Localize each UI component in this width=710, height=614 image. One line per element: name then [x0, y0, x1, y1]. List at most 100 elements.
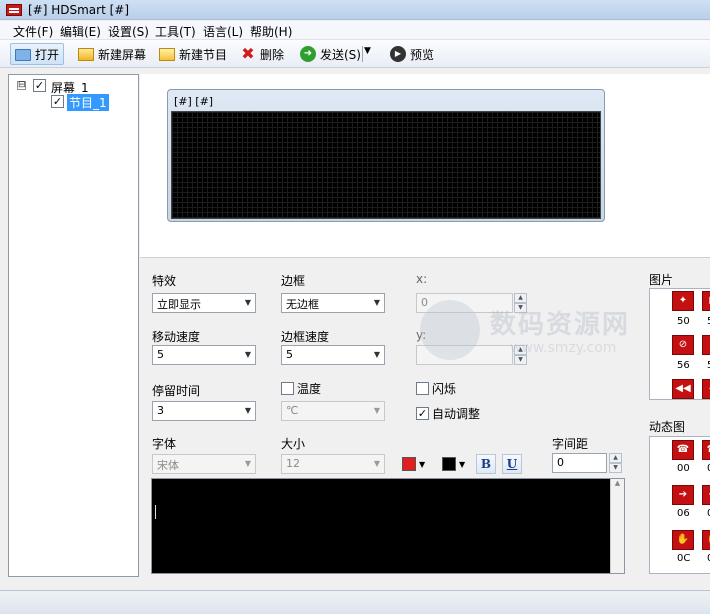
images-group-title: 图片	[649, 273, 674, 287]
background-color-swatch	[442, 457, 456, 471]
animation-tile-06[interactable]: ➔	[672, 485, 694, 505]
screen-checkbox[interactable]: ✓	[33, 79, 46, 92]
move-speed-select[interactable]: 5	[152, 345, 256, 365]
temperature-toggle[interactable]: 温度	[281, 380, 321, 397]
flash-toggle[interactable]: 闪烁	[416, 380, 456, 397]
stay-time-select[interactable]: 3	[152, 401, 256, 421]
effect-select[interactable]: 立即显示	[152, 293, 256, 313]
open-button[interactable]: 打开	[10, 43, 65, 65]
image-label-56: 56	[677, 360, 690, 371]
image-tile-rewind[interactable]: ◀◀	[672, 379, 694, 399]
spacing-spinner[interactable]: ▲ ▼	[609, 453, 622, 473]
size-select[interactable]: 12	[281, 454, 385, 474]
send-label: 发送(S)	[320, 47, 361, 62]
delete-x-icon: ✖	[241, 44, 255, 63]
text-color-dropdown-icon[interactable]: ▼	[419, 460, 425, 469]
editor-scrollbar[interactable]: ▲	[610, 479, 624, 573]
screen-preview-window: [#] [#]	[167, 89, 605, 222]
image-tile-51[interactable]: ▢	[702, 291, 710, 311]
image-label-50: 50	[677, 316, 690, 327]
background-color-dropdown-icon[interactable]: ▼	[459, 460, 465, 469]
app-logo-icon	[6, 4, 22, 16]
new-screen-label: 新建屏幕	[98, 47, 147, 62]
text-color-swatch	[402, 457, 416, 471]
image-tile-56[interactable]: ⊘	[672, 335, 694, 355]
bold-button[interactable]: B	[476, 454, 496, 474]
delete-label: 删除	[260, 47, 285, 62]
tree-item-program[interactable]: 节目_1	[67, 94, 109, 111]
play-icon: ▶	[390, 46, 406, 62]
border-speed-select[interactable]: 5	[281, 345, 385, 365]
animation-tile-01[interactable]: ☎	[702, 440, 710, 460]
menu-bar: 文件(F) 编辑(E) 设置(S) 工具(T) 语言(L) 帮助(H)	[0, 21, 710, 40]
border-select[interactable]: 无边框	[281, 293, 385, 313]
menu-help[interactable]: 帮助(H)	[250, 23, 292, 40]
border-label: 边框	[281, 274, 306, 288]
y-label: y:	[416, 328, 427, 342]
menu-file[interactable]: 文件(F)	[13, 23, 53, 40]
toolbar-separator	[362, 46, 363, 62]
status-bar	[0, 590, 710, 614]
x-input[interactable]: 0	[416, 293, 513, 313]
image-tile-arrow[interactable]: ◆	[702, 379, 710, 399]
send-dropdown-icon[interactable]: ▼	[364, 46, 371, 56]
animation-label-00: 00	[677, 463, 690, 474]
flash-checkbox[interactable]	[416, 382, 429, 395]
temperature-checkbox[interactable]	[281, 382, 294, 395]
animation-label-06: 06	[677, 508, 690, 519]
font-select[interactable]: 宋体	[152, 454, 256, 474]
animation-tile-0d[interactable]: ✋	[702, 530, 710, 550]
menu-tools[interactable]: 工具(T)	[155, 23, 196, 40]
animation-tile-0c[interactable]: ✋	[672, 530, 694, 550]
temperature-label: 温度	[297, 382, 322, 396]
text-color-picker[interactable]: ▼	[402, 453, 425, 475]
x-label: x:	[416, 272, 428, 286]
image-tile-57[interactable]: ▮	[702, 335, 710, 355]
underline-button[interactable]: U	[502, 454, 522, 474]
menu-language[interactable]: 语言(L)	[203, 23, 243, 40]
folder-open-icon	[15, 49, 31, 61]
preview-button[interactable]: ▶ 预览	[386, 43, 438, 65]
menu-settings[interactable]: 设置(S)	[108, 23, 149, 40]
y-input[interactable]	[416, 345, 513, 365]
background-color-picker[interactable]: ▼	[442, 453, 465, 475]
temperature-unit-select[interactable]: ℃	[281, 401, 385, 421]
program-tree: ⊟ ✓ 屏幕_1 ✓ 节目_1	[8, 74, 139, 577]
open-label: 打开	[35, 47, 60, 62]
menu-edit[interactable]: 编辑(E)	[60, 23, 101, 40]
animation-label-0c: 0C	[677, 553, 691, 564]
animation-gallery[interactable]: ☎ 00 ☎ 01 ➔ 06 ➔ 07 ✋ 0C ✋ 0D	[649, 436, 710, 574]
flash-label: 闪烁	[432, 382, 457, 396]
send-button[interactable]: ➜ 发送(S)	[296, 43, 365, 65]
toolbar: 打开 新建屏幕 新建节目 ✖ 删除 ➜ 发送(S) ▼ ▶ 预览	[0, 40, 710, 68]
new-screen-icon	[78, 47, 94, 61]
stay-time-label: 停留时间	[152, 384, 201, 398]
x-spinner[interactable]: ▲ ▼	[514, 293, 527, 313]
new-program-label: 新建节目	[179, 47, 228, 62]
animations-group-title: 动态图	[649, 420, 686, 434]
new-screen-button[interactable]: 新建屏幕	[74, 43, 150, 65]
image-tile-50[interactable]: ✦	[672, 291, 694, 311]
size-label: 大小	[281, 437, 306, 451]
preview-area: [#] [#]	[140, 74, 710, 258]
animation-tile-07[interactable]: ➔	[702, 485, 710, 505]
collapse-icon[interactable]: ⊟	[17, 81, 26, 90]
asset-panel: 图片 ✦ 50 ▢ 51 ⊘ 56 ▮ 57 ◀◀ ◆ 动态图 ☎ 00 ☎ 0…	[646, 258, 710, 578]
led-display-grid[interactable]	[171, 111, 601, 219]
text-editor[interactable]: ▲	[151, 478, 625, 574]
text-cursor	[155, 505, 156, 519]
font-label: 字体	[152, 437, 177, 451]
program-checkbox[interactable]: ✓	[51, 95, 64, 108]
spacing-input[interactable]: 0	[552, 453, 607, 473]
image-gallery[interactable]: ✦ 50 ▢ 51 ⊘ 56 ▮ 57 ◀◀ ◆	[649, 288, 710, 400]
y-spinner[interactable]: ▲ ▼	[514, 345, 527, 365]
delete-button[interactable]: ✖ 删除	[236, 43, 288, 65]
move-speed-label: 移动速度	[152, 330, 201, 344]
auto-adjust-label: 自动调整	[432, 407, 481, 421]
properties-panel: 特效 立即显示 移动速度 5 停留时间 3 边框 无边框 边框速度 5 温度 ℃…	[140, 258, 645, 578]
auto-adjust-checkbox[interactable]: ✓	[416, 407, 429, 420]
animation-tile-00[interactable]: ☎	[672, 440, 694, 460]
auto-adjust-toggle[interactable]: ✓ 自动调整	[416, 405, 480, 422]
title-bar: [#] HDSmart [#]	[0, 0, 710, 20]
new-program-button[interactable]: 新建节目	[155, 43, 231, 65]
